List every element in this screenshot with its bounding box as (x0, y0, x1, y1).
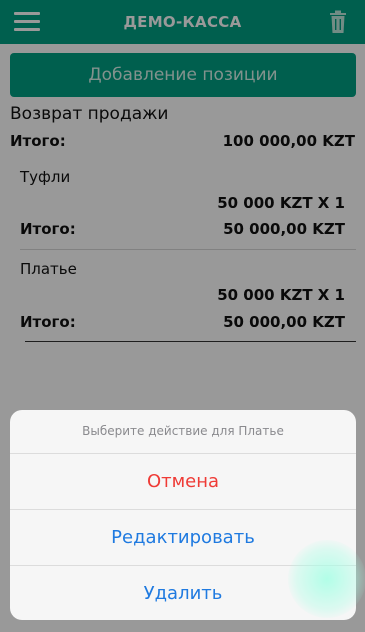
cancel-button[interactable]: Отмена (10, 454, 356, 509)
app-screen: ДЕМО-КАССА Добавление позиции Возврат пр… (0, 0, 365, 632)
touch-ripple (288, 540, 365, 618)
action-sheet-title: Выберите действие для Платье (82, 424, 284, 438)
